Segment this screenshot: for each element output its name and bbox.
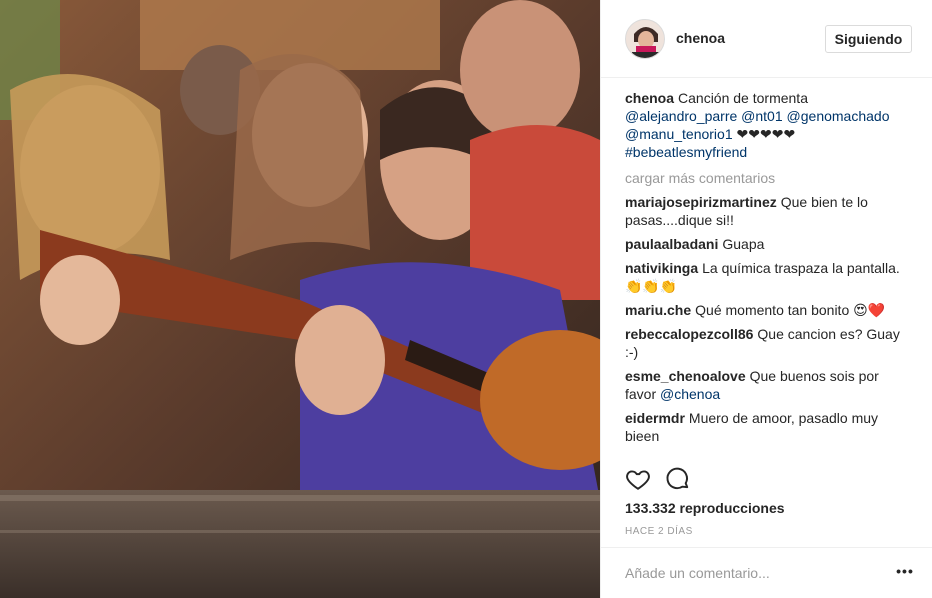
load-more-comments[interactable]: cargar más comentarios	[625, 169, 913, 187]
author-username[interactable]: chenoa	[676, 30, 725, 46]
mention-link[interactable]: @chenoa	[660, 386, 720, 402]
comment-icon[interactable]	[665, 466, 691, 492]
comment-username[interactable]: mariajosepirizmartinez	[625, 194, 777, 210]
hashtag-link[interactable]: #bebeatlesmyfriend	[625, 144, 747, 160]
comment-text: Guapa	[722, 236, 765, 252]
comment-item: esme_chenoalove Que buenos sois por favor…	[625, 367, 913, 403]
comment-username[interactable]: paulaalbadani	[625, 236, 718, 252]
video-frame	[0, 0, 600, 598]
heart-icon[interactable]	[625, 466, 651, 492]
author-avatar[interactable]	[625, 19, 665, 59]
comment-item: rebeccalopezcoll86 Que cancion es? Guay :…	[625, 325, 913, 361]
add-comment-bar: •••	[601, 547, 932, 598]
comment-username[interactable]: rebeccalopezcoll86	[625, 326, 753, 342]
caption-text: Canción de tormenta	[678, 90, 808, 106]
more-options-icon[interactable]: •••	[895, 563, 915, 583]
comment-item: paulaalbadani Guapa	[625, 235, 913, 253]
post-timestamp: HACE 2 DÍAS	[625, 526, 693, 537]
post-media-video[interactable]	[0, 0, 600, 598]
comment-username[interactable]: eidermdr	[625, 410, 685, 426]
caption-hearts: ❤❤❤❤❤	[736, 126, 796, 142]
mention-link[interactable]: @alejandro_parre	[625, 108, 737, 124]
post-actions	[625, 466, 691, 494]
comments-list[interactable]: chenoa Canción de tormenta @alejandro_par…	[625, 89, 913, 457]
post-details-panel: chenoa Siguiendo chenoa Canción de tormen…	[600, 0, 932, 598]
mention-link[interactable]: @nt01	[741, 108, 782, 124]
comment-item: nativikinga La química traspaza la pantal…	[625, 259, 913, 295]
comment-item: mariajosepirizmartinez Que bien te lo pas…	[625, 193, 913, 229]
comment-item: mariu.che Qué momento tan bonito 😍❤️	[625, 301, 913, 319]
view-count: 133.332 reproducciones	[625, 500, 785, 516]
comment-username[interactable]: nativikinga	[625, 260, 698, 276]
caption-username[interactable]: chenoa	[625, 90, 674, 106]
following-button[interactable]: Siguiendo	[825, 25, 912, 53]
post-caption: chenoa Canción de tormenta @alejandro_par…	[625, 89, 913, 161]
comment-input[interactable]	[625, 563, 875, 583]
mention-link[interactable]: @manu_tenorio1	[625, 126, 733, 142]
comment-username[interactable]: mariu.che	[625, 302, 691, 318]
mention-link[interactable]: @genomachado	[787, 108, 890, 124]
comment-item: eidermdr Muero de amoor, pasadlo muy biee…	[625, 409, 913, 445]
post-header: chenoa Siguiendo	[601, 0, 932, 78]
comment-username[interactable]: esme_chenoalove	[625, 368, 746, 384]
comment-text: Qué momento tan bonito 😍❤️	[695, 302, 886, 318]
